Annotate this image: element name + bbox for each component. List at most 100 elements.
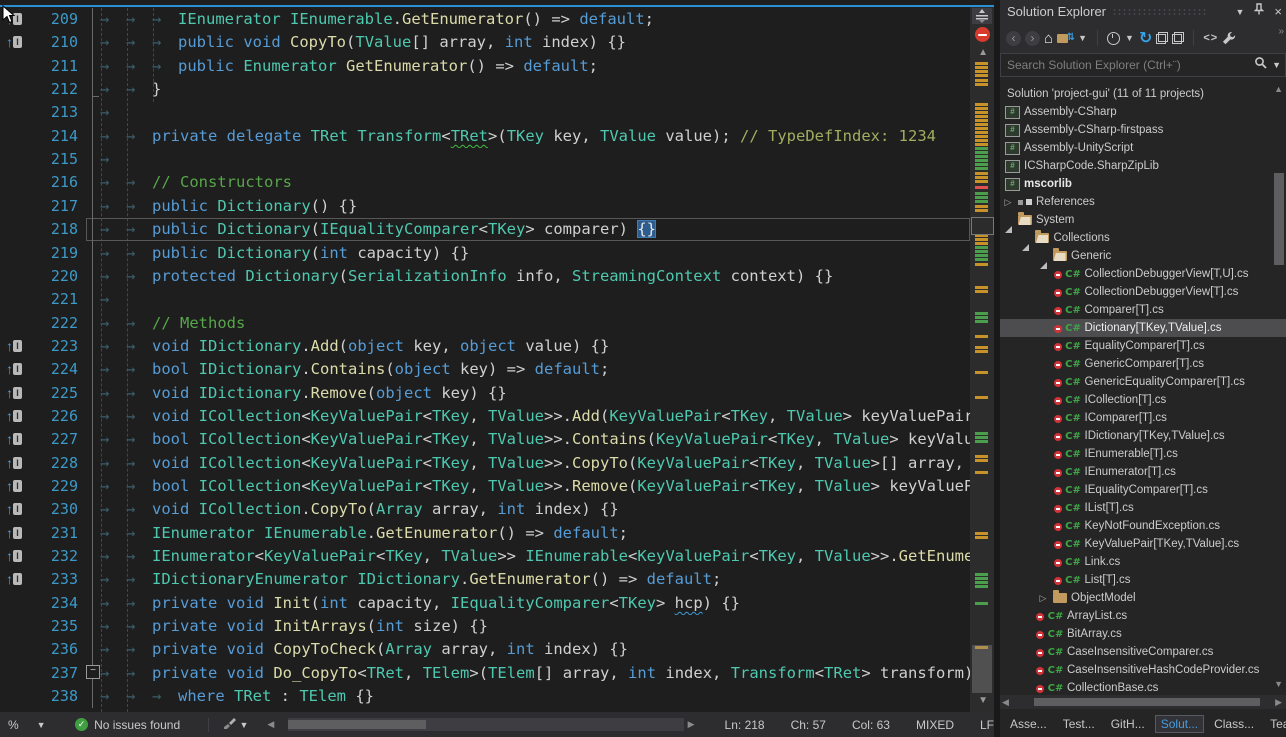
tool-window-tab-test[interactable]: Test... [1057, 715, 1101, 733]
show-all-files-icon[interactable] [1172, 29, 1184, 47]
code-text[interactable]: →→IDictionaryEnumerator IDictionary.GetE… [100, 568, 970, 591]
tree-item-generic[interactable]: Generic [1000, 247, 1286, 265]
tree-item-link-cs[interactable]: C#Link.cs [1000, 553, 1286, 571]
collapsed-arrow-icon[interactable]: ▷ [1035, 592, 1051, 604]
refresh-icon[interactable]: ↻ [1139, 29, 1152, 47]
pin-icon[interactable] [1254, 0, 1264, 24]
tree-item-equalitycomparer-t-cs[interactable]: C#EqualityComparer[T].cs [1000, 337, 1286, 355]
tree-item-dictionary-tkey-tvalue-cs[interactable]: C#Dictionary[TKey,TValue].cs [1000, 319, 1286, 337]
scroll-down-arrow-icon[interactable]: ▼ [978, 695, 988, 706]
chevron-down-icon[interactable]: ▼ [1272, 60, 1281, 70]
collapsed-arrow-icon[interactable]: ▷ [1000, 196, 1016, 208]
search-input[interactable]: Search Solution Explorer (Ctrl+¨) ▼ [1000, 53, 1286, 77]
code-line[interactable]: 234→→private void Init(int capacity, IEq… [0, 592, 994, 615]
tree-item-genericequalitycomparer-t-cs[interactable]: C#GenericEqualityComparer[T].cs [1000, 373, 1286, 391]
tree-vertical-scrollbar-thumb[interactable] [1274, 173, 1284, 265]
code-line[interactable]: 214→→private delegate TRet Transform<TRe… [0, 125, 994, 148]
pending-changes-filter-icon[interactable] [1107, 29, 1120, 47]
forward-icon[interactable]: › [1025, 29, 1040, 47]
scroll-up-arrow-icon[interactable]: ▲ [978, 47, 988, 58]
tree-item-assembly-csharp[interactable]: #Assembly-CSharp [1000, 103, 1276, 121]
close-icon[interactable]: × [1274, 0, 1282, 24]
collapse-region-button[interactable]: − [86, 665, 100, 679]
tree-item-solution[interactable]: Solution 'project-gui' (11 of 11 project… [1000, 85, 1276, 103]
search-icon[interactable] [1254, 56, 1267, 74]
code-line[interactable]: ↑I227→→bool ICollection<KeyValuePair<TKe… [0, 428, 994, 451]
code-text[interactable]: →→protected Dictionary(SerializationInfo… [100, 265, 970, 288]
tree-item-system[interactable]: System [1000, 211, 1272, 229]
tree-item-collectiondebuggerview-t-cs[interactable]: C#CollectionDebuggerView[T].cs [1000, 283, 1286, 301]
code-line[interactable]: 213→ [0, 101, 994, 124]
code-line[interactable]: 219→→public Dictionary(int capacity) {} [0, 242, 994, 265]
code-line[interactable]: ↑I223→→void IDictionary.Add(object key, … [0, 335, 994, 358]
code-line[interactable]: 235→→private void InitArrays(int size) {… [0, 615, 994, 638]
status-line-number[interactable]: Ln: 218 [725, 718, 765, 732]
tree-item-bitarray-cs[interactable]: C#BitArray.cs [1000, 625, 1286, 643]
code-line[interactable]: 211→→→public Enumerator GetEnumerator() … [0, 55, 994, 78]
code-text[interactable]: →→IEnumerator IEnumerable.GetEnumerator(… [100, 522, 970, 545]
tree-item-genericcomparer-t-cs[interactable]: C#GenericComparer[T].cs [1000, 355, 1286, 373]
code-text[interactable]: →→void IDictionary.Remove(object key) {} [100, 382, 970, 405]
code-line[interactable]: ↑I229→→bool ICollection<KeyValuePair<TKe… [0, 475, 994, 498]
tree-horizontal-scrollbar[interactable]: ◀ ▶ [1000, 695, 1286, 709]
code-text[interactable]: →→public Dictionary(int capacity) {} [100, 242, 970, 265]
solution-tree[interactable]: Solution 'project-gui' (11 of 11 project… [1000, 80, 1286, 695]
code-text[interactable]: →→private void InitArrays(int size) {} [100, 615, 970, 638]
tree-item-assembly-csharp-firstpass[interactable]: #Assembly-CSharp-firstpass [1000, 121, 1276, 139]
solution-explorer-title-bar[interactable]: Solution Explorer ▼ × [1000, 0, 1286, 24]
horizontal-scrollbar-thumb[interactable] [1034, 698, 1260, 706]
code-line[interactable]: ↑I231→→IEnumerator IEnumerable.GetEnumer… [0, 522, 994, 545]
code-line[interactable]: 237→→private void Do_CopyTo<TRet, TElem>… [0, 662, 994, 685]
code-text[interactable]: →→private void Do_CopyTo<TRet, TElem>(TE… [100, 662, 970, 685]
code-text[interactable]: →→bool ICollection<KeyValuePair<TKey, TV… [100, 475, 970, 498]
expanded-arrow-icon[interactable] [1018, 232, 1034, 244]
tree-item-ilist-t-cs[interactable]: C#IList[T].cs [1000, 499, 1286, 517]
horizontal-scrollbar-thumb[interactable] [288, 720, 426, 729]
tool-window-tab-tea[interactable]: Tea... [1264, 715, 1286, 733]
code-text[interactable]: →→void ICollection<KeyValuePair<TKey, TV… [100, 405, 970, 428]
code-line[interactable]: 222→→// Methods [0, 312, 994, 335]
code-line[interactable]: 221→ [0, 288, 994, 311]
code-text[interactable]: →→bool IDictionary.Contains(object key) … [100, 358, 970, 381]
code-text[interactable]: → [100, 288, 970, 311]
code-line[interactable]: 212→→} [0, 78, 994, 101]
scroll-up-arrow-icon[interactable]: ▲ [1274, 84, 1283, 94]
code-editor[interactable]: ↑I209→→→IEnumerator IEnumerable.GetEnume… [0, 0, 994, 737]
tree-item-icsharpcode-sharpziplib[interactable]: #ICSharpCode.SharpZipLib [1000, 157, 1276, 175]
code-line[interactable]: ↑I209→→→IEnumerator IEnumerable.GetEnume… [0, 8, 994, 31]
tree-item-keynotfoundexception-cs[interactable]: C#KeyNotFoundException.cs [1000, 517, 1286, 535]
scroll-right-arrow-icon[interactable]: ▶ [1275, 697, 1282, 708]
code-text[interactable]: →→public Dictionary(IEqualityComparer<TK… [100, 218, 970, 241]
tool-window-tab-solut[interactable]: Solut... [1155, 715, 1204, 733]
tree-item-comparer-t-cs[interactable]: C#Comparer[T].cs [1000, 301, 1286, 319]
code-line[interactable]: ↑I233→→IDictionaryEnumerator IDictionary… [0, 568, 994, 591]
tree-item-collections[interactable]: Collections [1000, 229, 1286, 247]
code-view-icon[interactable]: <> [1203, 29, 1218, 47]
tool-window-tab-gith[interactable]: GitH... [1105, 715, 1151, 733]
code-text[interactable]: →→→public void CopyTo(TValue[] array, in… [100, 31, 970, 54]
code-text[interactable]: →→// Methods [100, 312, 970, 335]
tree-item-mscorlib[interactable]: #mscorlib [1000, 175, 1276, 193]
code-text[interactable]: →→→IEnumerator IEnumerable.GetEnumerator… [100, 8, 970, 31]
status-column[interactable]: Col: 63 [852, 718, 890, 732]
tree-item-keyvaluepair-tkey-tvalue-cs[interactable]: C#KeyValuePair[TKey,TValue].cs [1000, 535, 1286, 553]
home-icon[interactable]: ⌂ [1044, 29, 1053, 47]
code-text[interactable]: → [100, 148, 970, 171]
code-text[interactable]: →→public Dictionary() {} [100, 195, 970, 218]
code-line[interactable]: ↑I225→→void IDictionary.Remove(object ke… [0, 382, 994, 405]
toolbar-overflow-icon[interactable]: » [1278, 26, 1284, 37]
scroll-left-arrow-icon[interactable]: ◀ [1002, 697, 1009, 708]
expanded-arrow-icon[interactable] [1035, 250, 1051, 262]
expanded-arrow-icon[interactable] [1000, 214, 1016, 226]
code-text[interactable]: →→void ICollection.CopyTo(Array array, i… [100, 498, 970, 521]
editor-horizontal-scrollbar[interactable] [288, 718, 683, 731]
tree-item-icomparer-t-cs[interactable]: C#IComparer[T].cs [1000, 409, 1286, 427]
code-text[interactable]: →→private void Init(int capacity, IEqual… [100, 592, 970, 615]
document-health-error-icon[interactable] [975, 27, 990, 42]
tree-item-caseinsensitivecomparer-cs[interactable]: C#CaseInsensitiveComparer.cs [1000, 643, 1286, 661]
scroll-left-arrow-icon[interactable]: ◀ [267, 719, 274, 730]
tool-window-tab-asse[interactable]: Asse... [1004, 715, 1053, 733]
split-window-handle-icon[interactable] [972, 8, 992, 24]
code-line[interactable]: 216→→// Constructors [0, 171, 994, 194]
code-line[interactable]: ↑I210→→→public void CopyTo(TValue[] arra… [0, 31, 994, 54]
